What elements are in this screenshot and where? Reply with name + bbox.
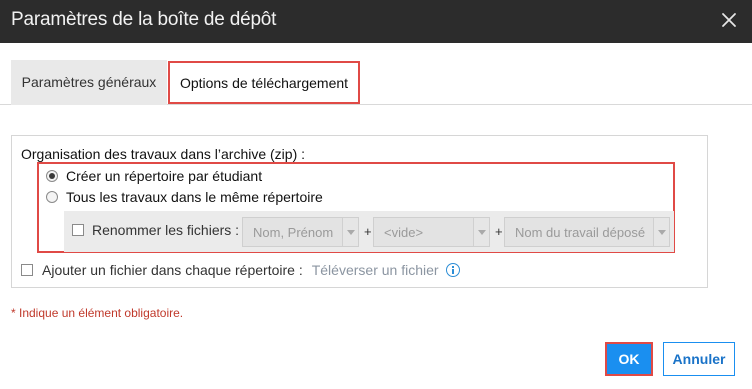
checkbox[interactable] xyxy=(72,224,84,236)
attach-file-checkbox[interactable] xyxy=(21,264,33,276)
select-value: <vide> xyxy=(384,225,424,240)
select-value: Nom du travail déposé xyxy=(515,225,646,240)
radio-button[interactable] xyxy=(46,170,58,182)
rename-select-2[interactable]: <vide> xyxy=(373,217,490,247)
rename-select-3[interactable]: Nom du travail déposé xyxy=(504,217,670,247)
rename-files-checkbox[interactable]: Renommer les fichiers : xyxy=(72,222,239,238)
tab-download-options[interactable]: Options de téléchargement xyxy=(168,61,360,104)
close-icon[interactable] xyxy=(720,11,738,29)
upload-file-link[interactable]: Téléverser un fichier xyxy=(312,262,439,278)
dialog-titlebar: Paramètres de la boîte de dépôt xyxy=(0,0,752,43)
chevron-down-icon xyxy=(473,218,489,246)
chevron-down-icon xyxy=(653,218,669,246)
plus-separator: + xyxy=(495,224,503,239)
radio-same-folder[interactable]: Tous les travaux dans le même répertoire xyxy=(46,189,323,205)
attach-file-row: Ajouter un fichier dans chaque répertoir… xyxy=(21,262,460,278)
archive-organisation-group: Organisation des travaux dans l’archive … xyxy=(11,135,708,288)
cancel-button[interactable]: Annuler xyxy=(663,342,735,376)
rename-label: Renommer les fichiers : xyxy=(92,222,240,238)
tab-bar: Paramètres généraux Options de télécharg… xyxy=(0,43,752,105)
rename-select-1[interactable]: Nom, Prénom xyxy=(242,217,359,247)
select-value: Nom, Prénom xyxy=(253,225,334,240)
chevron-down-icon xyxy=(342,218,358,246)
radio-button[interactable] xyxy=(46,191,58,203)
info-icon[interactable] xyxy=(445,263,460,277)
rename-files-box: Renommer les fichiers : Nom, Prénom + <v… xyxy=(64,211,674,252)
required-note: * Indique un élément obligatoire. xyxy=(11,306,184,320)
attach-label: Ajouter un fichier dans chaque répertoir… xyxy=(42,262,303,278)
dialog-title: Paramètres de la boîte de dépôt xyxy=(11,9,277,30)
ok-button[interactable]: OK xyxy=(605,342,653,376)
group-title: Organisation des travaux dans l’archive … xyxy=(21,146,306,162)
radio-label: Tous les travaux dans le même répertoire xyxy=(66,189,323,205)
radio-one-folder-per-student[interactable]: Créer un répertoire par étudiant xyxy=(46,168,262,184)
plus-separator: + xyxy=(364,224,372,239)
tab-general-settings[interactable]: Paramètres généraux xyxy=(11,60,167,105)
radio-label: Créer un répertoire par étudiant xyxy=(66,168,263,184)
